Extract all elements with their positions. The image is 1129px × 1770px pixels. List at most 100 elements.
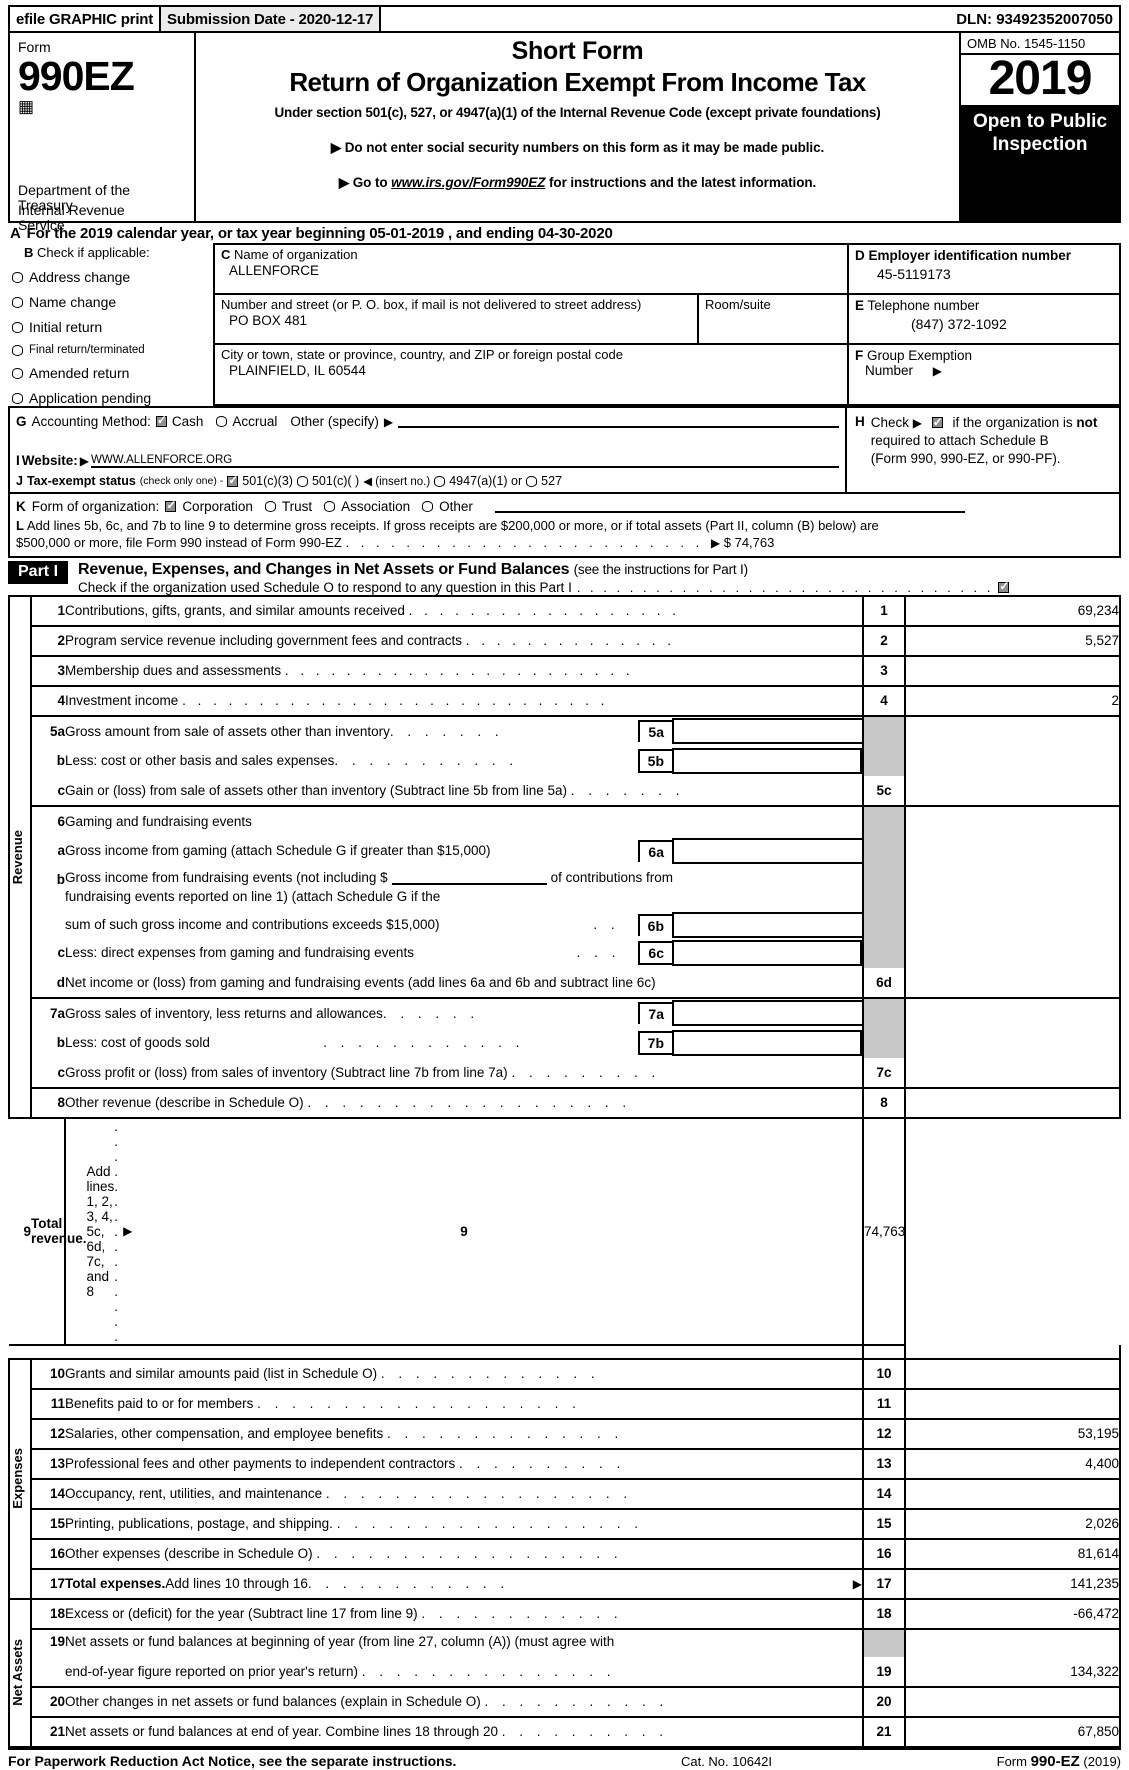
row-description-text: Gross amount from sale of assets other t… xyxy=(65,723,390,739)
row-number: b xyxy=(56,1035,65,1051)
table-row: b Less: cost of goods sold . . . . . . .… xyxy=(9,1027,1121,1058)
row-amount[interactable] xyxy=(905,967,1121,999)
checkbox-cash[interactable] xyxy=(155,413,167,427)
checkbox-initial-return[interactable]: Initial return xyxy=(8,319,213,335)
inner-amount-box[interactable] xyxy=(672,837,862,864)
row-description-text: Gain or (loss) from sale of assets other… xyxy=(65,782,567,798)
checkbox-name-change[interactable]: Name change xyxy=(8,294,213,310)
other-org-input[interactable] xyxy=(494,500,965,513)
table-row: c Less: direct expenses from gaming and … xyxy=(9,937,1121,968)
inner-amount-box[interactable] xyxy=(672,911,862,938)
row-number: 3 xyxy=(31,655,65,687)
inner-amount-box[interactable] xyxy=(672,718,862,745)
inner-box-label: 6c xyxy=(638,940,672,965)
section-c-address: C Name of organization ALLENFORCE Number… xyxy=(213,243,849,406)
row-amount[interactable]: 53,195 xyxy=(905,1418,1121,1450)
row-amount[interactable]: 2 xyxy=(905,685,1121,717)
checkbox-schedule-b-not-required[interactable] xyxy=(931,414,943,430)
inner-box-label: 5b xyxy=(637,748,672,773)
row-box-number: 12 xyxy=(862,1418,906,1450)
row-amount[interactable] xyxy=(905,1478,1121,1510)
masthead-left: Form 990EZ ▦ Department of the Treasury … xyxy=(10,33,196,232)
row-amount[interactable]: 74,763 xyxy=(863,1117,906,1346)
website-value[interactable]: WWW.ALLENFORCE.ORG xyxy=(91,454,839,468)
telephone-value[interactable]: (847) 372-1092 xyxy=(855,316,1113,332)
part-1-title-text: Revenue, Expenses, and Changes in Net As… xyxy=(78,560,570,578)
checkbox-schedule-o-used[interactable] xyxy=(998,579,1009,593)
table-row: a Gross income from gaming (attach Sched… xyxy=(9,835,1121,866)
checkbox-4947a1[interactable] xyxy=(434,475,446,487)
org-name-label-text: Name of organization xyxy=(234,247,358,262)
row-amount[interactable]: 134,322 xyxy=(905,1656,1121,1688)
checkbox-trust[interactable] xyxy=(264,501,276,512)
row-description-text: Investment income xyxy=(65,693,179,709)
row-amount[interactable] xyxy=(905,1686,1121,1718)
row-amount[interactable]: 4,400 xyxy=(905,1448,1121,1480)
street-value[interactable]: PO BOX 481 xyxy=(221,313,697,328)
checkbox-label: Application pending xyxy=(29,390,152,406)
row-description: Net assets or fund balances at end of ye… xyxy=(65,1716,863,1748)
row-box-number: 7c xyxy=(862,1057,906,1089)
part-1-check-text: Check if the organization used Schedule … xyxy=(78,579,572,595)
inner-amount-box[interactable] xyxy=(672,747,862,774)
row-amount[interactable]: 5,527 xyxy=(905,625,1121,657)
checkbox-other-org[interactable] xyxy=(422,501,434,512)
checkbox-association[interactable] xyxy=(324,501,336,512)
section-k-form-of-organization: K Form of organization: Corporation Trus… xyxy=(8,494,1121,516)
checkbox-501c[interactable] xyxy=(296,475,308,487)
inner-amount-box[interactable] xyxy=(672,1029,862,1056)
checkbox-application-pending[interactable]: Application pending xyxy=(8,390,213,406)
accounting-method-label: Accounting Method: xyxy=(31,414,151,429)
row-description: Less: cost of goods sold . . . . . . . .… xyxy=(65,1028,863,1058)
row-description: Gross income from fundraising events (no… xyxy=(65,866,863,938)
row-amount[interactable] xyxy=(905,1057,1121,1089)
row-amount[interactable] xyxy=(905,1087,1121,1119)
checkbox-label: Address change xyxy=(29,269,131,285)
accounting-website-block: G Accounting Method: Cash Accrual Other … xyxy=(8,406,1121,494)
checkbox-accrual[interactable] xyxy=(216,416,228,427)
irs-form-link[interactable]: www.irs.gov/Form990EZ xyxy=(391,175,545,190)
other-specify-input[interactable] xyxy=(398,415,839,428)
row-number: 4 xyxy=(31,685,65,717)
inner-amount-box[interactable] xyxy=(672,1000,862,1027)
row-description: Net assets or fund balances at beginning… xyxy=(65,1633,615,1649)
row-description: Gain or (loss) from sale of assets other… xyxy=(65,775,863,807)
row-description: Professional fees and other payments to … xyxy=(65,1448,863,1480)
row-amount[interactable]: 67,850 xyxy=(905,1716,1121,1748)
section-h-text2: required to attach Schedule B xyxy=(870,433,1049,449)
row-number: d xyxy=(31,967,65,999)
row-description: Printing, publications, postage, and shi… xyxy=(65,1508,863,1540)
row-amount[interactable] xyxy=(905,655,1121,687)
row-number: 19 xyxy=(49,1633,65,1649)
checkbox-address-change[interactable]: Address change xyxy=(8,269,213,285)
section-def-block: D Employer identification number 45-5119… xyxy=(849,243,1121,406)
checkbox-final-return[interactable]: Final return/terminated xyxy=(8,344,213,356)
checkbox-corporation[interactable] xyxy=(165,498,176,512)
city-value[interactable]: PLAINFIELD, IL 60544 xyxy=(221,363,847,378)
checkbox-amended-return[interactable]: Amended return xyxy=(8,365,213,381)
row-description-text: Less: cost of goods sold xyxy=(65,1035,210,1051)
contributions-amount-input[interactable] xyxy=(391,870,547,885)
row-amount[interactable]: 141,235 xyxy=(905,1568,1121,1600)
arrow-right-icon: ▶ xyxy=(932,364,943,378)
part-1-title-note: (see the instructions for Part I) xyxy=(573,561,748,577)
ein-value[interactable]: 45-5119173 xyxy=(855,266,1113,282)
inner-amount-box[interactable] xyxy=(672,939,862,966)
row-amount[interactable] xyxy=(905,1388,1121,1420)
row-amount[interactable] xyxy=(905,1357,1121,1390)
row-amount[interactable] xyxy=(905,775,1121,807)
row-number: 5a xyxy=(49,723,65,739)
tax-exempt-status-label: Tax-exempt status xyxy=(26,474,136,488)
row-description-text: Other changes in net assets or fund bala… xyxy=(65,1694,481,1710)
row-box-number: 17 xyxy=(862,1568,906,1600)
form-number-label: 990EZ xyxy=(18,53,135,99)
row-description: end-of-year figure reported on prior yea… xyxy=(65,1656,863,1688)
inner-box-label: 7a xyxy=(638,1002,672,1025)
row-amount[interactable]: -66,472 xyxy=(905,1598,1121,1630)
row-amount[interactable]: 81,614 xyxy=(905,1538,1121,1570)
row-amount[interactable]: 69,234 xyxy=(905,594,1121,627)
checkbox-527[interactable] xyxy=(526,475,538,487)
row-amount[interactable]: 2,026 xyxy=(905,1508,1121,1540)
org-name-value[interactable]: ALLENFORCE xyxy=(221,263,847,278)
checkbox-501c3[interactable] xyxy=(227,473,238,487)
